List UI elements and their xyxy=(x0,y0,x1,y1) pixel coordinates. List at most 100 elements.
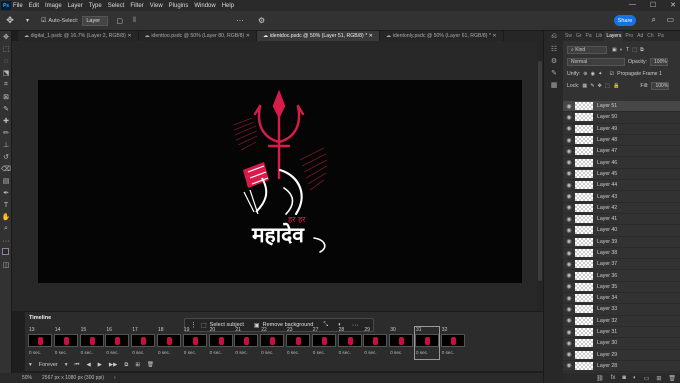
close-tab-icon[interactable]: ✕ xyxy=(126,33,131,39)
tab-adjustments[interactable]: Ad xyxy=(635,31,645,41)
frame-delay[interactable]: 0 sec. xyxy=(313,350,325,355)
layer-row[interactable]: ◉ Layer 38 xyxy=(563,248,680,260)
frame-thumbnail[interactable] xyxy=(311,334,336,347)
layer-row[interactable]: ◉ Layer 42 xyxy=(563,203,680,214)
layer-row[interactable]: ◉ Layer 47 xyxy=(563,146,680,158)
search-icon[interactable]: ⌕ xyxy=(652,15,656,25)
timeline-frame[interactable]: 28 0 sec. xyxy=(337,327,362,359)
prev-frame-icon[interactable]: ◀ xyxy=(86,362,90,368)
duplicate-frame-icon[interactable]: ⊞ xyxy=(135,362,140,368)
frame-delay[interactable]: 0 sec. xyxy=(55,350,67,355)
frame-thumbnail[interactable] xyxy=(53,334,78,347)
visibility-eye-icon[interactable]: ◉ xyxy=(563,170,575,177)
timeline-frame[interactable]: 27 0 sec. xyxy=(311,327,336,359)
zoom-level[interactable]: 50% xyxy=(22,375,32,381)
brush-icon[interactable]: ✏ xyxy=(0,127,12,139)
frame-thumbnail[interactable] xyxy=(28,334,52,347)
history-icon[interactable]: ⎌ xyxy=(544,31,564,43)
first-frame-icon[interactable]: ⏮ xyxy=(74,362,79,369)
visibility-eye-icon[interactable]: ◉ xyxy=(563,351,575,358)
frame-delay[interactable]: 0 sec. xyxy=(442,350,454,355)
unify-position-icon[interactable]: ⊕ xyxy=(583,71,587,77)
lock-paint-icon[interactable]: ✎ xyxy=(590,83,594,89)
close-tab-icon[interactable]: ✕ xyxy=(367,33,373,39)
frame-delay[interactable]: 0 sec. xyxy=(235,350,247,355)
visibility-eye-icon[interactable]: ◉ xyxy=(563,114,575,121)
layer-row[interactable]: ◉ Layer 33 xyxy=(563,304,680,316)
filter-pixel-icon[interactable]: ▣ xyxy=(612,47,617,53)
pen-icon[interactable]: ✒ xyxy=(0,187,12,199)
lock-all-icon[interactable]: 🔒 xyxy=(613,83,619,89)
layer-row[interactable]: ◉ Layer 36 xyxy=(563,270,680,282)
layer-row[interactable]: ◉ Layer 43 xyxy=(563,191,680,203)
frame-delay[interactable]: 0 sec. xyxy=(158,350,170,355)
timeline-frame[interactable]: 15 0 sec. xyxy=(79,327,104,359)
close-tab-icon[interactable]: ✕ xyxy=(244,33,250,39)
healing-icon[interactable]: ✚ xyxy=(0,115,12,127)
frame-delay[interactable]: 0 sec. xyxy=(390,350,402,355)
menu-layer[interactable]: Layer xyxy=(68,3,83,9)
visibility-eye-icon[interactable]: ◉ xyxy=(563,261,575,268)
marquee-icon[interactable]: ⬚ xyxy=(0,43,12,55)
frame-delay[interactable]: 0 sec. xyxy=(106,350,118,355)
visibility-eye-icon[interactable]: ◉ xyxy=(563,250,575,257)
loop-chevron-icon[interactable]: ▾ xyxy=(65,362,68,368)
crop-icon[interactable]: ⌗ xyxy=(0,79,12,91)
frame-thumbnail[interactable] xyxy=(260,334,285,347)
lock-pixels-icon[interactable]: ▦ xyxy=(582,83,587,89)
loop-options[interactable]: Forever xyxy=(39,362,58,368)
frame-delay[interactable]: 0 sec. xyxy=(261,350,273,355)
document-canvas[interactable]: हर हर महादेव xyxy=(38,80,522,283)
timeline-frame[interactable]: 30 0 sec. xyxy=(389,327,414,359)
layer-row[interactable]: ◉ Layer 37 xyxy=(563,259,680,271)
new-layer-icon[interactable]: ⊞ xyxy=(656,375,661,382)
fill-field[interactable]: 100% xyxy=(651,82,670,90)
frame-thumbnail[interactable] xyxy=(105,334,130,347)
frame-thumbnail[interactable] xyxy=(157,334,181,347)
tab-channels[interactable]: Ch xyxy=(645,31,655,41)
filter-kind-dropdown[interactable]: ⌕ Kind xyxy=(567,46,607,54)
next-frame-icon[interactable]: ▶▶ xyxy=(109,362,117,368)
scroll-thumb[interactable] xyxy=(538,61,542,281)
visibility-eye-icon[interactable]: ◉ xyxy=(563,329,575,336)
move-icon[interactable]: ✥ xyxy=(0,31,12,43)
frame-icon[interactable]: ⊠ xyxy=(0,91,12,103)
visibility-eye-icon[interactable]: ◉ xyxy=(563,148,575,155)
move-tool-icon[interactable]: ✥ xyxy=(4,15,16,26)
timeline-frame[interactable]: 18 0 sec. xyxy=(157,327,181,359)
delete-frame-icon[interactable]: 🗑 xyxy=(147,362,154,368)
layer-row[interactable]: ◉ Layer 34 xyxy=(563,293,680,305)
frame-delay[interactable]: 0 sec. xyxy=(364,350,376,355)
frame-thumbnail[interactable] xyxy=(440,334,465,347)
frame-thumbnail[interactable] xyxy=(208,334,233,347)
visibility-eye-icon[interactable]: ◉ xyxy=(563,238,575,245)
frame-delay[interactable]: 0 sec. xyxy=(29,350,41,355)
layer-row[interactable]: ◉ Layer 28 xyxy=(563,361,680,373)
unify-style-icon[interactable]: ✦ xyxy=(598,71,602,77)
properties-icon[interactable]: ⚙ xyxy=(544,55,564,67)
visibility-eye-icon[interactable]: ◉ xyxy=(563,295,575,302)
frame-delay[interactable]: 0 sec. xyxy=(416,350,428,355)
visibility-eye-icon[interactable]: ◉ xyxy=(563,306,575,313)
layer-row[interactable]: ◉ Layer 44 xyxy=(563,180,680,192)
history-brush-icon[interactable]: ↺ xyxy=(0,151,12,163)
timeline-frame[interactable]: 23 0 sec. xyxy=(286,327,310,359)
menu-filter[interactable]: Filter xyxy=(130,3,143,9)
menu-plugins[interactable]: Plugins xyxy=(169,3,189,9)
menu-help[interactable]: Help xyxy=(222,3,234,9)
propagate-checkbox[interactable]: ☑ xyxy=(610,71,615,77)
align-icon[interactable]: ⫴ xyxy=(133,17,136,25)
layer-row[interactable]: ◉ Layer 50 xyxy=(563,112,680,124)
eyedropper-icon[interactable]: ✎ xyxy=(0,103,12,115)
lock-artboard-icon[interactable]: ⬚ xyxy=(605,83,610,89)
timeline-frame[interactable]: 13 0 sec. xyxy=(28,327,52,359)
lock-position-icon[interactable]: ✥ xyxy=(598,83,602,89)
visibility-eye-icon[interactable]: ◉ xyxy=(563,272,575,279)
filter-shape-icon[interactable]: ⬚ xyxy=(632,47,637,53)
frame-thumbnail[interactable] xyxy=(415,334,439,347)
timeline-frame[interactable]: 17 0 sec. xyxy=(131,327,156,359)
timeline-frame[interactable]: 20 0 sec. xyxy=(208,327,233,359)
frame-thumbnail[interactable] xyxy=(286,334,310,347)
menu-type[interactable]: Type xyxy=(89,3,102,9)
transform-controls-icon[interactable]: ▢ xyxy=(116,17,123,25)
